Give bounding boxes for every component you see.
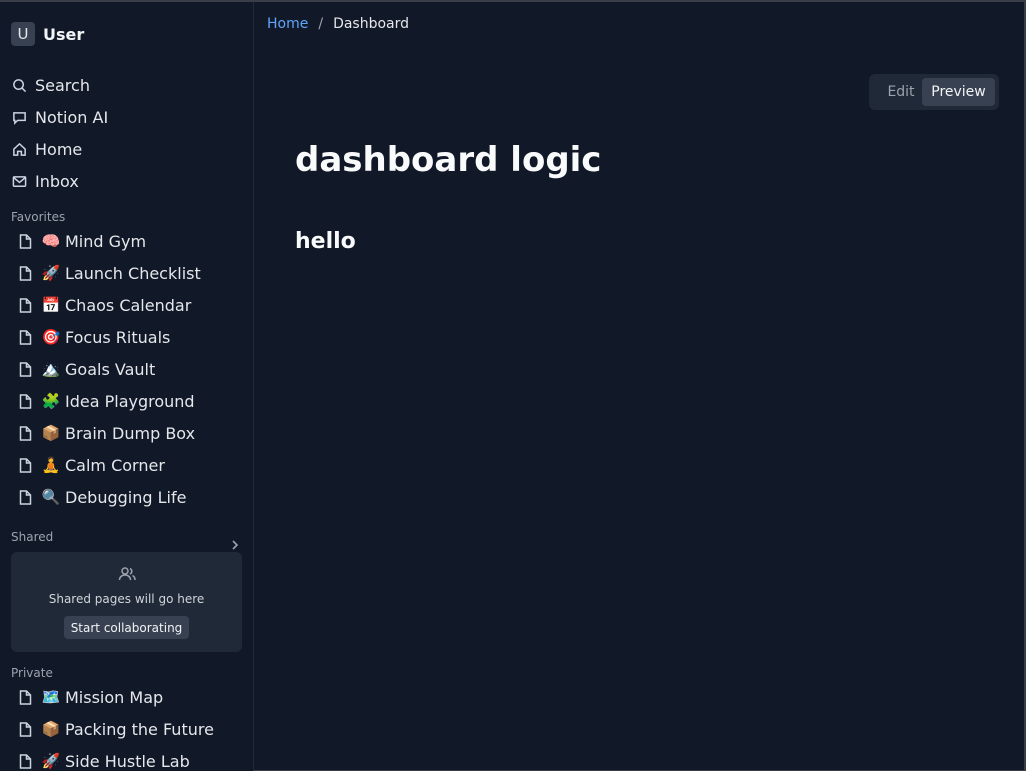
nav-label: Search xyxy=(35,75,90,95)
breadcrumb: Home / Dashboard xyxy=(267,16,409,32)
page-label: Idea Playground xyxy=(65,391,195,411)
page-label: Chaos Calendar xyxy=(65,295,192,315)
document-icon xyxy=(19,689,33,705)
user-switcher[interactable]: U User xyxy=(11,22,84,46)
page-emoji-icon: 🔍 xyxy=(41,488,61,506)
shared-empty-text: Shared pages will go here xyxy=(48,592,205,606)
page-label: Packing the Future xyxy=(65,719,214,739)
favorite-item[interactable]: 🏔️ Goals Vault xyxy=(19,357,155,381)
page-emoji-icon: 🧠 xyxy=(41,232,61,250)
breadcrumb-current: Dashboard xyxy=(333,16,410,32)
page-label: Debugging Life xyxy=(65,487,187,507)
document-icon xyxy=(19,425,33,441)
document-heading: hello xyxy=(295,229,356,254)
page-emoji-icon: 🧘 xyxy=(41,456,61,474)
document-icon xyxy=(19,361,33,377)
page-emoji-icon: 📅 xyxy=(41,296,61,314)
favorite-item[interactable]: 🧩 Idea Playground xyxy=(19,389,195,413)
nav-inbox[interactable]: Inbox xyxy=(11,169,79,193)
shared-empty-state: Shared pages will go here Start collabor… xyxy=(11,552,242,652)
edit-preview-toggle: Edit Preview xyxy=(869,74,999,110)
avatar: U xyxy=(11,22,35,46)
page-label: Focus Rituals xyxy=(65,327,171,347)
sidebar: U User Search Notion AI Home Inbox Favor… xyxy=(0,2,254,771)
document-icon xyxy=(19,297,33,313)
page-emoji-icon: 🚀 xyxy=(41,752,61,770)
private-item[interactable]: 📦 Packing the Future xyxy=(19,717,214,741)
page-emoji-icon: 🏔️ xyxy=(41,360,61,378)
search-icon xyxy=(11,77,27,93)
page-label: Mind Gym xyxy=(65,231,147,251)
page-emoji-icon: 🧩 xyxy=(41,392,61,410)
favorites-section-label: Favorites xyxy=(11,210,66,224)
nav-label: Notion AI xyxy=(35,107,109,127)
users-icon xyxy=(117,564,137,584)
page-title: dashboard logic xyxy=(295,140,602,180)
document-icon xyxy=(19,393,33,409)
private-item[interactable]: 🚀 Side Hustle Lab xyxy=(19,749,190,771)
mail-icon xyxy=(11,173,27,189)
nav-label: Inbox xyxy=(35,171,79,191)
document-icon xyxy=(19,721,33,737)
page-label: Side Hustle Lab xyxy=(65,751,190,771)
breadcrumb-home-link[interactable]: Home xyxy=(267,16,308,32)
document-icon xyxy=(19,233,33,249)
page-label: Mission Map xyxy=(65,687,164,707)
breadcrumb-separator: / xyxy=(318,16,324,32)
private-item[interactable]: 🗺️ Mission Map xyxy=(19,685,163,709)
page-label: Brain Dump Box xyxy=(65,423,196,443)
page-emoji-icon: 🗺️ xyxy=(41,688,61,706)
home-icon xyxy=(11,141,27,157)
document-icon xyxy=(19,489,33,505)
edit-mode-button[interactable]: Edit xyxy=(879,78,923,106)
chevron-right-icon[interactable] xyxy=(230,535,240,550)
document-icon xyxy=(19,457,33,473)
start-collaborating-button[interactable]: Start collaborating xyxy=(64,616,189,639)
favorite-item[interactable]: 📅 Chaos Calendar xyxy=(19,293,191,317)
shared-section-label: Shared xyxy=(11,530,54,544)
private-section-label: Private xyxy=(11,666,53,680)
favorite-item[interactable]: 🚀 Launch Checklist xyxy=(19,261,201,285)
user-name: User xyxy=(43,24,85,44)
page-label: Calm Corner xyxy=(65,455,165,475)
page-emoji-icon: 🎯 xyxy=(41,328,61,346)
page-label: Launch Checklist xyxy=(65,263,201,283)
page-emoji-icon: 📦 xyxy=(41,424,61,442)
favorite-item[interactable]: 🧘 Calm Corner xyxy=(19,453,165,477)
document-icon xyxy=(19,753,33,769)
nav-label: Home xyxy=(35,139,83,159)
favorite-item[interactable]: 📦 Brain Dump Box xyxy=(19,421,195,445)
nav-home[interactable]: Home xyxy=(11,137,82,161)
chat-icon xyxy=(11,109,27,125)
document-icon xyxy=(19,265,33,281)
nav-search[interactable]: Search xyxy=(11,73,90,97)
favorite-item[interactable]: 🔍 Debugging Life xyxy=(19,485,186,509)
favorite-item[interactable]: 🎯 Focus Rituals xyxy=(19,325,170,349)
favorite-item[interactable]: 🧠 Mind Gym xyxy=(19,229,146,253)
page-emoji-icon: 🚀 xyxy=(41,264,61,282)
page-label: Goals Vault xyxy=(65,359,156,379)
document-icon xyxy=(19,329,33,345)
page-emoji-icon: 📦 xyxy=(41,720,61,738)
nav-notion-ai[interactable]: Notion AI xyxy=(11,105,108,129)
preview-mode-button[interactable]: Preview xyxy=(922,78,995,106)
